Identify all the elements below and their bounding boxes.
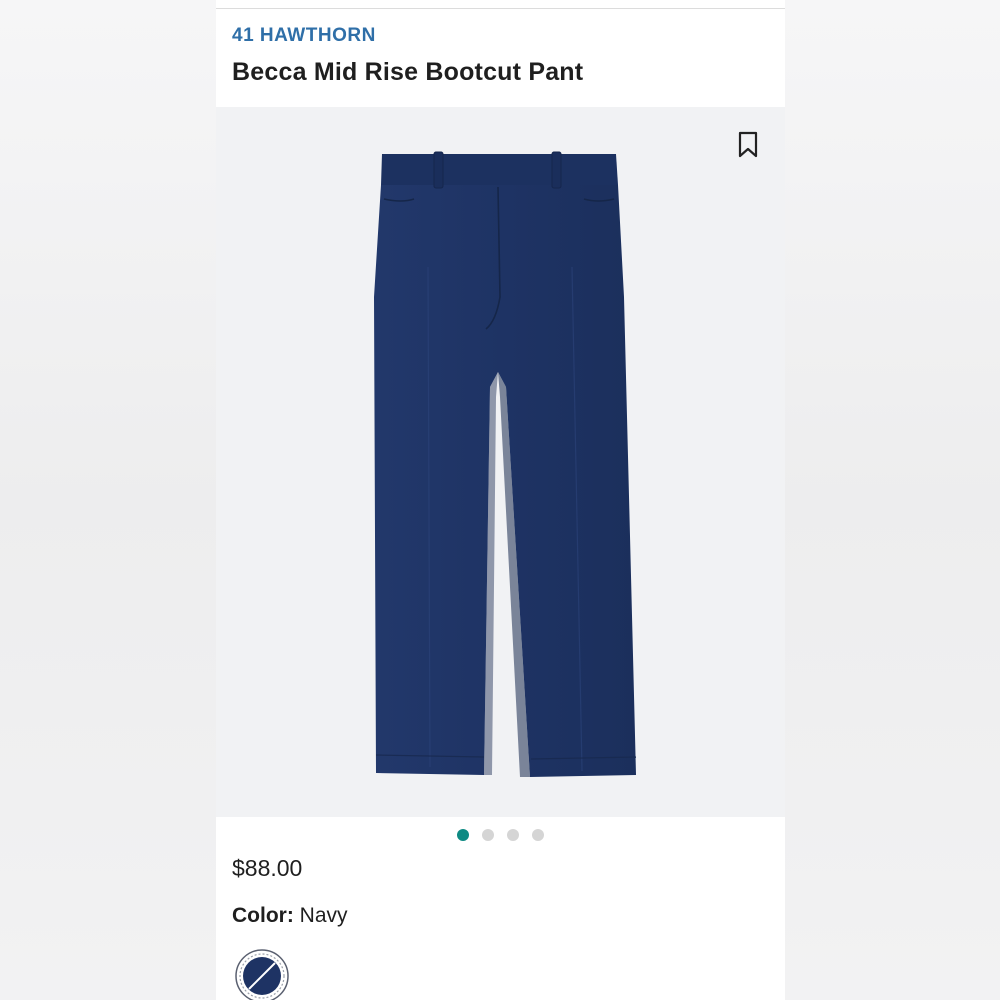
color-swatch-navy[interactable] xyxy=(234,948,290,1000)
background-left xyxy=(0,0,216,1000)
product-image xyxy=(374,151,637,777)
brand-name[interactable]: 41 HAWTHORN xyxy=(232,25,376,47)
divider xyxy=(216,8,785,9)
product-price: $88.00 xyxy=(232,855,303,881)
product-card: 41 HAWTHORN Becca Mid Rise Bootcut Pant xyxy=(216,0,785,1000)
product-image-carousel[interactable] xyxy=(216,107,785,817)
carousel-dot[interactable] xyxy=(507,829,519,841)
color-label: Color: xyxy=(232,904,294,927)
background-right xyxy=(785,0,1000,1000)
carousel-pagination xyxy=(216,829,785,843)
carousel-dot[interactable] xyxy=(457,829,469,841)
carousel-dot[interactable] xyxy=(532,829,544,841)
product-title: Becca Mid Rise Bootcut Pant xyxy=(232,58,584,86)
color-value: Navy xyxy=(299,904,348,927)
carousel-dot[interactable] xyxy=(482,829,494,841)
color-selection: Color: Navy xyxy=(232,904,348,928)
bookmark-icon[interactable] xyxy=(737,131,759,159)
